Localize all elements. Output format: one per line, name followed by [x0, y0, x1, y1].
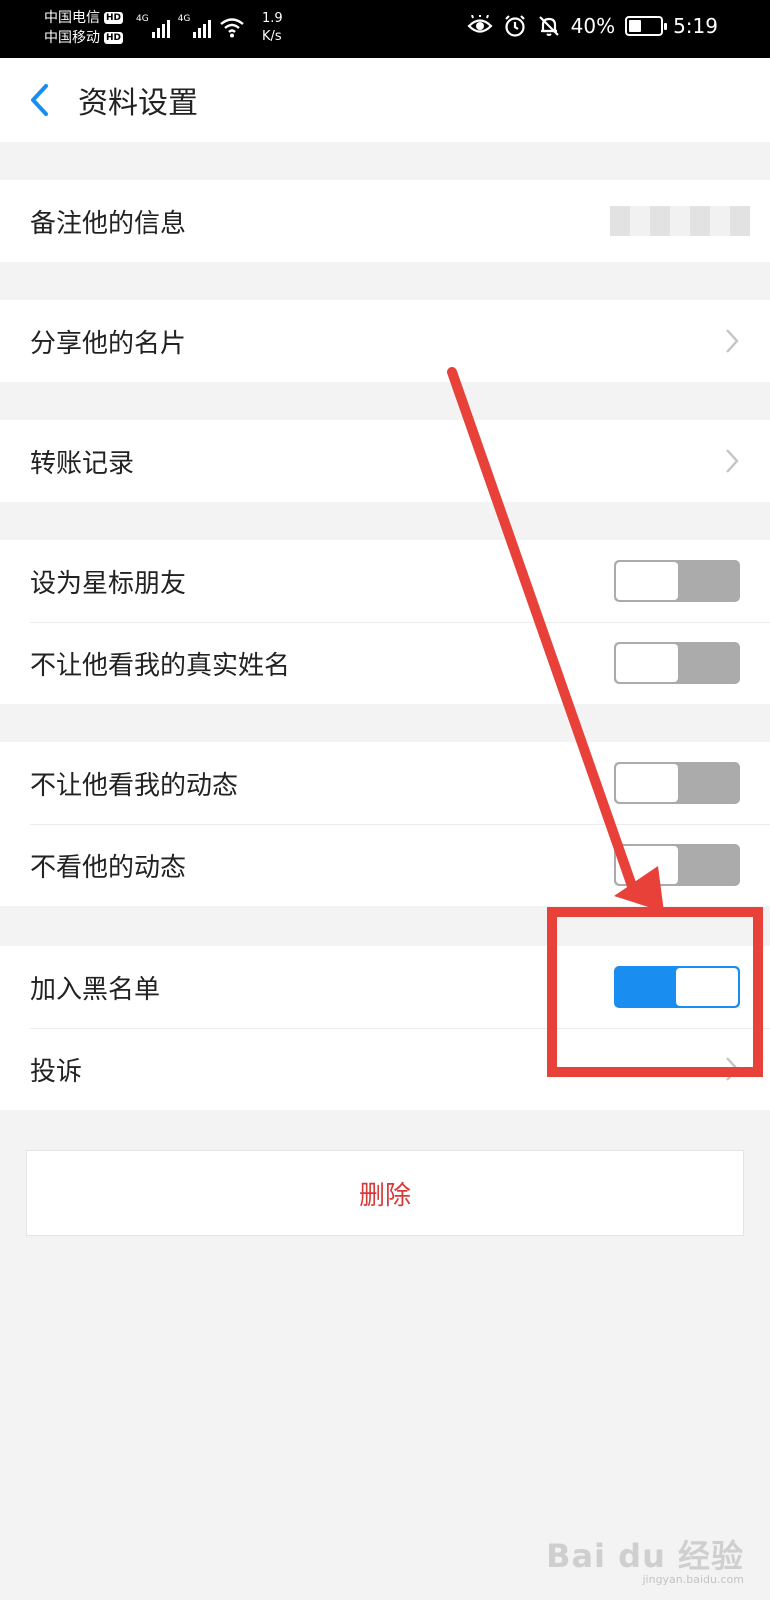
settings-row[interactable]: 投诉: [0, 1028, 770, 1110]
settings-section: 设为星标朋友不让他看我的真实姓名: [0, 540, 770, 704]
carrier-1-label: 中国电信: [44, 10, 100, 26]
settings-row[interactable]: 不让他看我的真实姓名: [0, 622, 770, 704]
settings-row[interactable]: 不看他的动态: [0, 824, 770, 906]
chevron-right-icon: [726, 449, 739, 473]
hd-badge: HD: [104, 12, 124, 24]
battery-fill: [629, 20, 642, 32]
settings-row[interactable]: 不让他看我的动态: [0, 742, 770, 824]
toggle-switch[interactable]: [614, 560, 740, 602]
settings-row-label: 不看他的动态: [30, 852, 187, 883]
bell-muted-icon: [538, 16, 559, 36]
carrier-2-label: 中国移动: [44, 30, 100, 46]
watermark-logo: Bai du 经验: [546, 1537, 744, 1575]
toggle-knob: [616, 764, 678, 802]
network-speed-value: 1.9: [262, 11, 283, 26]
settings-section: 分享他的名片: [0, 300, 770, 382]
alarm-icon: [504, 15, 525, 37]
signal-strength-icon: 4G: [136, 14, 170, 38]
status-bar: 中国电信 HD 中国移动 HD 4G 4G 1.9 K/s 40% 5:19: [0, 0, 770, 58]
settings-row-label: 分享他的名片: [30, 328, 187, 359]
toggle-knob: [616, 562, 678, 600]
network-speed-unit: K/s: [262, 29, 282, 44]
settings-row-label: 不让他看我的动态: [30, 770, 239, 801]
network-type-label: 4G: [177, 14, 191, 24]
blurred-remark-value: [610, 206, 750, 236]
chevron-left-icon: [31, 84, 48, 116]
settings-row[interactable]: 加入黑名单: [0, 946, 770, 1028]
toggle-switch[interactable]: [614, 642, 740, 684]
settings-section: 转账记录: [0, 420, 770, 502]
toggle-switch[interactable]: [614, 844, 740, 886]
settings-row[interactable]: 设为星标朋友: [0, 540, 770, 622]
signal-indicators: 4G 4G: [136, 14, 245, 38]
page-title: 资料设置: [78, 86, 198, 121]
settings-row[interactable]: 转账记录: [0, 420, 770, 502]
eye-icon: [467, 15, 493, 33]
signal-strength-icon: 4G: [178, 14, 212, 38]
toggle-knob: [676, 968, 738, 1006]
delete-button[interactable]: 删除: [26, 1150, 744, 1236]
watermark-url: jingyan.baidu.com: [642, 1573, 744, 1586]
carrier-info: 中国电信 HD 中国移动 HD: [44, 8, 124, 48]
settings-row-label: 备注他的信息: [30, 208, 187, 239]
network-type-label: 4G: [136, 14, 149, 24]
settings-row-label: 转账记录: [30, 448, 135, 479]
battery-icon: [625, 16, 668, 36]
settings-row[interactable]: 分享他的名片: [0, 300, 770, 382]
wifi-icon: [220, 18, 245, 38]
settings-section: 备注他的信息: [0, 180, 770, 262]
battery-percent: 40%: [570, 14, 616, 38]
back-button[interactable]: [0, 58, 78, 142]
toggle-switch[interactable]: [614, 966, 740, 1008]
toggle-knob: [616, 846, 678, 884]
toggle-switch[interactable]: [614, 762, 740, 804]
baidu-jingyan-watermark: Bai du 经验 jingyan.baidu.com: [546, 1531, 744, 1586]
status-right: 40% 5:19: [467, 14, 718, 38]
settings-row-label: 设为星标朋友: [30, 568, 187, 599]
settings-row-label: 加入黑名单: [30, 974, 161, 1005]
clock-time: 5:19: [673, 14, 718, 38]
chevron-right-icon: [726, 1057, 739, 1081]
settings-row[interactable]: 备注他的信息: [0, 180, 770, 262]
toggle-knob: [616, 644, 678, 682]
settings-row-label: 投诉: [30, 1056, 83, 1087]
hd-badge: HD: [104, 32, 124, 44]
nav-header: 资料设置: [0, 58, 770, 142]
settings-row-label: 不让他看我的真实姓名: [30, 650, 291, 681]
settings-section: 不让他看我的动态 不看他的动态: [0, 742, 770, 906]
chevron-right-icon: [726, 329, 739, 353]
network-speed: 1.9 K/s: [262, 10, 283, 46]
settings-section: 加入黑名单 投诉: [0, 946, 770, 1110]
